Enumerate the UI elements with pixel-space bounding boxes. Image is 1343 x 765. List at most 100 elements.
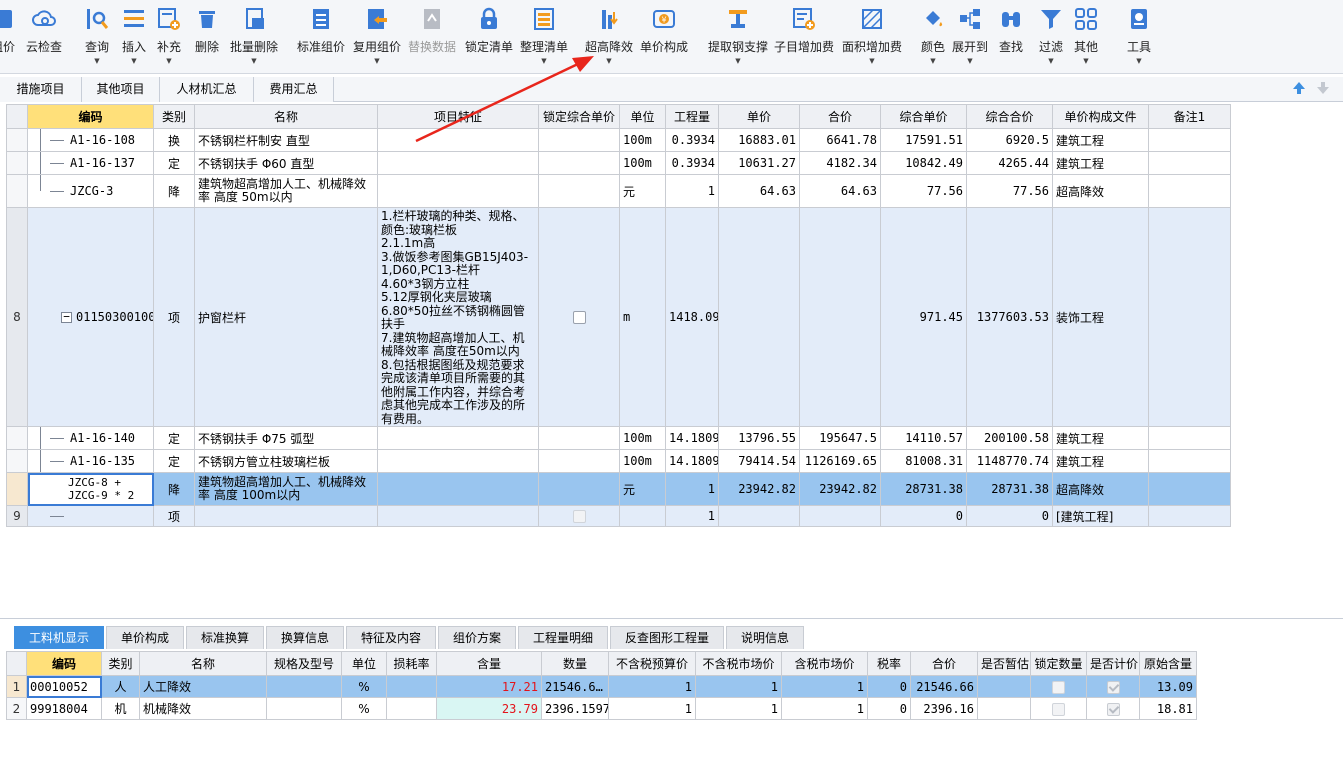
row-composite-price[interactable]: 0: [880, 505, 967, 527]
tab-description-info[interactable]: 说明信息: [726, 626, 804, 649]
row-note[interactable]: [1148, 472, 1231, 506]
toolbar-find-button[interactable]: 查找: [996, 6, 1026, 72]
tab-unit-price-composition[interactable]: 单价构成: [106, 626, 184, 649]
toolbar-insert-button[interactable]: 插入 ▼: [119, 6, 149, 72]
row-composite-total[interactable]: 4265.44: [966, 151, 1053, 175]
row-feature[interactable]: [377, 128, 539, 152]
header-market-price-incl-tax[interactable]: 含税市场价: [781, 651, 868, 676]
row-unit[interactable]: 元: [619, 472, 666, 506]
table-row[interactable]: 1 00010052 人 人工降效 % 17.21 21546.6… 1 1 1…: [6, 675, 1197, 698]
table-row[interactable]: A1-16-137 定 不锈钢扶手 Φ60 直型 100m 0.3934 106…: [6, 151, 1231, 175]
row-category[interactable]: 降: [153, 174, 195, 208]
tab-measures[interactable]: 措施项目: [0, 77, 82, 102]
toolbar-unit-price-button[interactable]: ¥ 单价构成: [639, 6, 689, 72]
row-name[interactable]: 机械降效: [139, 697, 267, 720]
row-lock-price[interactable]: [538, 426, 620, 450]
row-note[interactable]: [1148, 174, 1231, 208]
row-total-price[interactable]: [799, 505, 881, 527]
toolbar-reuse-price-button[interactable]: 复用组价 ▼: [352, 6, 402, 72]
row-content[interactable]: 17.21: [436, 675, 542, 698]
toolbar-sub-item-fee-button[interactable]: 子目增加费: [773, 6, 835, 72]
row-unit-price[interactable]: 23942.82: [718, 472, 800, 506]
row-name[interactable]: [194, 505, 378, 527]
lock-quantity-checkbox[interactable]: [1052, 702, 1065, 716]
row-price-file[interactable]: 超高降效: [1052, 472, 1149, 506]
table-row[interactable]: 8 −011503001006 项 护窗栏杆 1.栏杆玻璃的种类、规格、颜色:玻…: [6, 207, 1231, 427]
row-name[interactable]: 不锈钢栏杆制安 直型: [194, 128, 378, 152]
header-priced[interactable]: 是否计价: [1086, 651, 1140, 676]
lock-price-checkbox[interactable]: [572, 311, 586, 324]
header-composite-total[interactable]: 综合合价: [966, 104, 1053, 129]
row-unit[interactable]: 元: [619, 174, 666, 208]
row-composite-total[interactable]: 6920.5: [966, 128, 1053, 152]
row-note[interactable]: [1148, 505, 1231, 527]
row-lock-quantity[interactable]: [1030, 697, 1087, 720]
row-code[interactable]: [27, 505, 154, 527]
toolbar-lock-list-button[interactable]: 锁定清单: [464, 6, 514, 72]
row-category[interactable]: 人: [101, 675, 140, 698]
row-code[interactable]: A1-16-137: [27, 151, 154, 175]
toolbar-delete-button[interactable]: 删除: [193, 6, 221, 72]
row-note[interactable]: [1148, 128, 1231, 152]
header-lock-price[interactable]: 锁定综合单价: [538, 104, 620, 129]
row-quantity[interactable]: 1: [665, 505, 719, 527]
row-price-file[interactable]: 建筑工程: [1052, 449, 1149, 473]
row-composite-total[interactable]: 0: [966, 505, 1053, 527]
header-unit-price[interactable]: 单价: [718, 104, 800, 129]
tab-features-content[interactable]: 特征及内容: [346, 626, 436, 649]
header-total[interactable]: 合价: [910, 651, 978, 676]
row-total-price[interactable]: 64.63: [799, 174, 881, 208]
row-original-content[interactable]: 13.09: [1139, 675, 1197, 698]
header-loss-rate[interactable]: 损耗率: [386, 651, 437, 676]
row-total[interactable]: 2396.16: [910, 697, 978, 720]
row-composite-price[interactable]: 971.45: [880, 207, 967, 427]
row-composite-price[interactable]: 14110.57: [880, 426, 967, 450]
header-price-file[interactable]: 单价构成文件: [1052, 104, 1149, 129]
header-note1[interactable]: 备注1: [1148, 104, 1231, 129]
row-composite-price[interactable]: 10842.49: [880, 151, 967, 175]
panel-divider[interactable]: [0, 618, 1343, 619]
table-row[interactable]: JZCG-3 降 建筑物超高增加人工、机械降效率 高度 50m以内 元 1 64…: [6, 174, 1231, 208]
row-note[interactable]: [1148, 449, 1231, 473]
row-priced[interactable]: [1086, 675, 1140, 698]
row-unit-price[interactable]: 13796.55: [718, 426, 800, 450]
row-total-price[interactable]: 6641.78: [799, 128, 881, 152]
row-total-price[interactable]: 23942.82: [799, 472, 881, 506]
row-unit[interactable]: [619, 505, 666, 527]
row-unit-price[interactable]: 16883.01: [718, 128, 800, 152]
toolbar-replace-data-button[interactable]: 替换数据: [407, 6, 457, 72]
row-code[interactable]: A1-16-140: [27, 426, 154, 450]
row-total-price[interactable]: [799, 207, 881, 427]
row-provisional[interactable]: [977, 675, 1031, 698]
toolbar-query-button[interactable]: 查询 ▼: [82, 6, 112, 72]
header-original-content[interactable]: 原始含量: [1139, 651, 1197, 676]
row-quantity[interactable]: 0.3934: [665, 151, 719, 175]
collapse-icon[interactable]: −: [61, 311, 72, 323]
row-priced[interactable]: [1086, 697, 1140, 720]
row-market-price-tax[interactable]: 1: [781, 697, 868, 720]
toolbar-color-button[interactable]: 颜色 ▼: [918, 6, 948, 72]
table-row[interactable]: A1-16-140 定 不锈钢扶手 Φ75 弧型 100m 14.1809 13…: [6, 426, 1231, 450]
row-amount[interactable]: 2396.1597: [541, 697, 609, 720]
header-amount[interactable]: 数量: [541, 651, 609, 676]
toolbar-standard-price-button[interactable]: 标准组价: [296, 6, 346, 72]
row-price-file[interactable]: 建筑工程: [1052, 128, 1149, 152]
toolbar-tools-button[interactable]: 工具 ▼: [1124, 6, 1154, 72]
tab-graphic-quantity[interactable]: 反查图形工程量: [610, 626, 724, 649]
row-original-content[interactable]: 18.81: [1139, 697, 1197, 720]
row-market-price-tax[interactable]: 1: [781, 675, 868, 698]
header-unit[interactable]: 单位: [619, 104, 666, 129]
row-price-file[interactable]: 超高降效: [1052, 174, 1149, 208]
row-lock-price[interactable]: [538, 174, 620, 208]
header-code[interactable]: 编码: [26, 651, 102, 676]
tab-labor-material-display[interactable]: 工料机显示: [14, 626, 104, 649]
row-lock-price[interactable]: [538, 151, 620, 175]
tab-quantity-detail[interactable]: 工程量明细: [518, 626, 608, 649]
toolbar-area-fee-button[interactable]: 面积增加费 ▼: [841, 6, 903, 72]
row-unit[interactable]: %: [341, 675, 387, 698]
row-code[interactable]: A1-16-108: [27, 128, 154, 152]
row-feature[interactable]: [377, 505, 539, 527]
row-code[interactable]: A1-16-135: [27, 449, 154, 473]
row-name[interactable]: 建筑物超高增加人工、机械降效率 高度 50m以内: [194, 174, 378, 208]
row-price-file[interactable]: 建筑工程: [1052, 151, 1149, 175]
